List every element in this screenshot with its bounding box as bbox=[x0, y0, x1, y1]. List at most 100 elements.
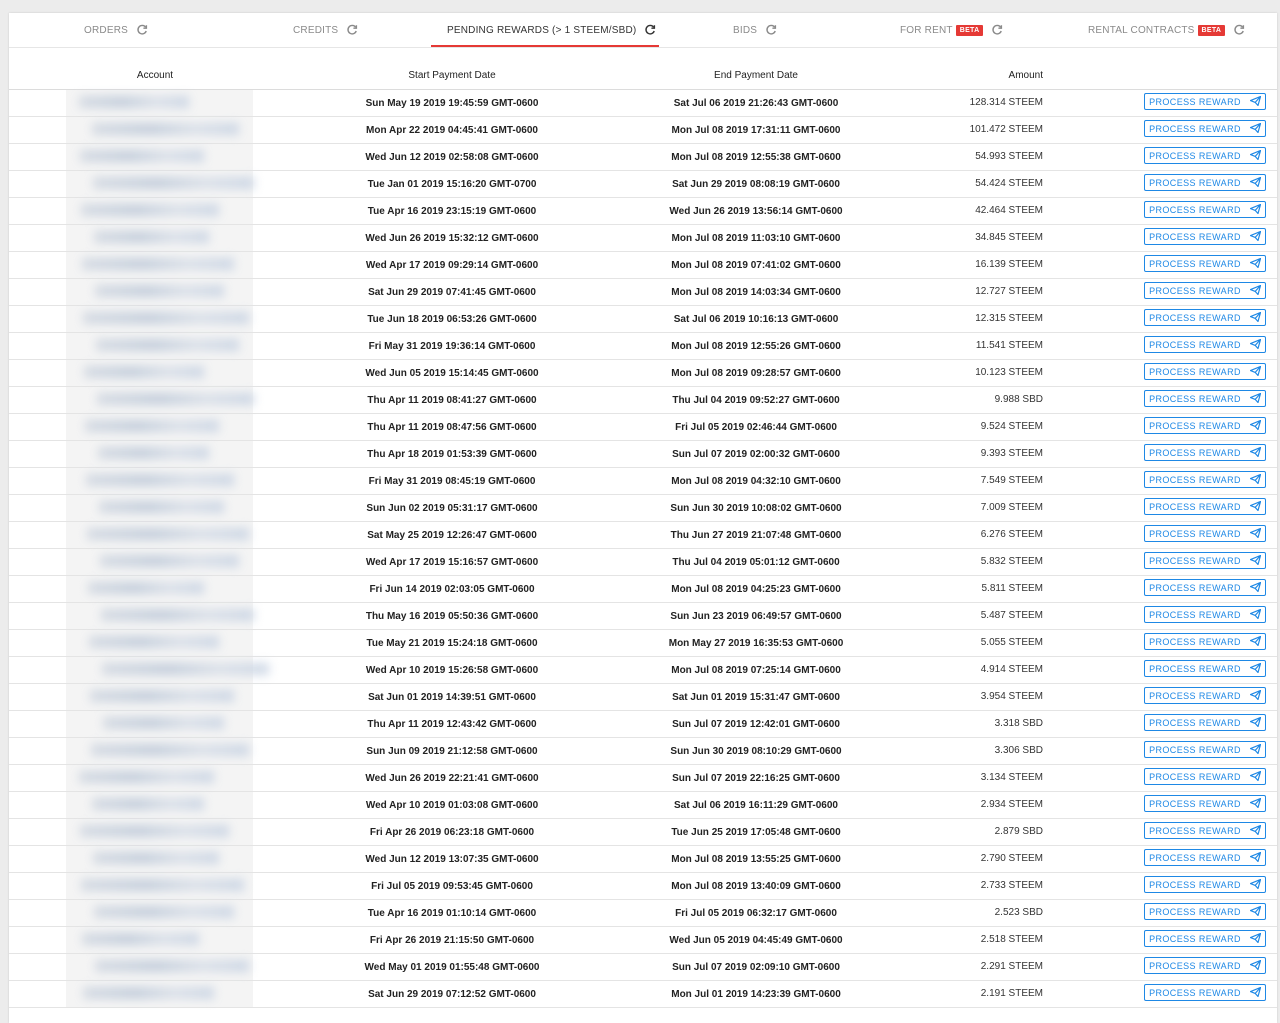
table-row: Tue Jan 01 2019 15:16:20 GMT-0700 Sat Jun… bbox=[9, 171, 1277, 198]
process-reward-button[interactable]: PROCESS REWARD bbox=[1144, 471, 1266, 488]
end-payment-date: Sun Jun 23 2019 06:49:57 GMT-0600 bbox=[670, 611, 842, 622]
process-reward-button[interactable]: PROCESS REWARD bbox=[1144, 741, 1266, 758]
refresh-icon[interactable] bbox=[136, 24, 148, 36]
send-icon bbox=[1249, 554, 1261, 567]
process-reward-button[interactable]: PROCESS REWARD bbox=[1144, 579, 1266, 596]
process-reward-label: PROCESS REWARD bbox=[1149, 339, 1241, 350]
refresh-icon[interactable] bbox=[346, 24, 358, 36]
account-name-blurred bbox=[84, 366, 204, 378]
end-payment-date: Mon Jul 08 2019 12:55:26 GMT-0600 bbox=[671, 341, 841, 352]
process-reward-label: PROCESS REWARD bbox=[1149, 177, 1241, 188]
process-reward-label: PROCESS REWARD bbox=[1149, 933, 1241, 944]
refresh-icon[interactable] bbox=[991, 24, 1003, 36]
process-reward-button[interactable]: PROCESS REWARD bbox=[1144, 147, 1266, 164]
tab-rental-contracts[interactable]: RENTAL CONTRACTS BETA bbox=[1088, 13, 1245, 47]
send-icon bbox=[1249, 797, 1261, 810]
process-reward-button[interactable]: PROCESS REWARD bbox=[1144, 822, 1266, 839]
account-name-blurred bbox=[94, 231, 209, 243]
process-reward-button[interactable]: PROCESS REWARD bbox=[1144, 498, 1266, 515]
account-name-blurred bbox=[93, 177, 254, 189]
process-reward-button[interactable]: PROCESS REWARD bbox=[1144, 390, 1266, 407]
tab-for-rent[interactable]: FOR RENT BETA bbox=[900, 13, 1003, 47]
amount: 54.993 STEEM bbox=[975, 151, 1043, 162]
account-name-blurred bbox=[103, 717, 224, 729]
tab-credits[interactable]: CREDITS bbox=[293, 13, 358, 47]
process-reward-button[interactable]: PROCESS REWARD bbox=[1144, 201, 1266, 218]
process-reward-button[interactable]: PROCESS REWARD bbox=[1144, 849, 1266, 866]
end-payment-date: Mon Jul 08 2019 09:28:57 GMT-0600 bbox=[671, 368, 841, 379]
account-name-blurred bbox=[81, 879, 244, 891]
process-reward-button[interactable]: PROCESS REWARD bbox=[1144, 120, 1266, 137]
send-icon bbox=[1249, 95, 1261, 108]
process-reward-button[interactable]: PROCESS REWARD bbox=[1144, 282, 1266, 299]
process-reward-label: PROCESS REWARD bbox=[1149, 636, 1241, 647]
process-reward-label: PROCESS REWARD bbox=[1149, 609, 1241, 620]
refresh-icon[interactable] bbox=[644, 24, 656, 36]
process-reward-button[interactable]: PROCESS REWARD bbox=[1144, 93, 1266, 110]
amount: 5.811 STEEM bbox=[981, 583, 1043, 594]
process-reward-button[interactable]: PROCESS REWARD bbox=[1144, 309, 1266, 326]
process-reward-button[interactable]: PROCESS REWARD bbox=[1144, 903, 1266, 920]
table-row: Fri Jul 05 2019 09:53:45 GMT-0600 Mon Jul… bbox=[9, 873, 1277, 900]
table-row: Tue May 21 2019 15:24:18 GMT-0600 Mon May… bbox=[9, 630, 1277, 657]
table-row: Wed May 01 2019 01:55:48 GMT-0600 Sun Jul… bbox=[9, 954, 1277, 981]
tab-pending-rewards-1-steem-sbd[interactable]: PENDING REWARDS (> 1 STEEM/SBD) bbox=[447, 13, 656, 47]
send-icon bbox=[1249, 635, 1261, 648]
process-reward-button[interactable]: PROCESS REWARD bbox=[1144, 606, 1266, 623]
refresh-icon[interactable] bbox=[1233, 24, 1245, 36]
account-name-blurred bbox=[94, 906, 234, 918]
process-reward-button[interactable]: PROCESS REWARD bbox=[1144, 633, 1266, 650]
end-payment-date: Sat Jul 06 2019 10:16:13 GMT-0600 bbox=[673, 314, 839, 325]
account-name-blurred bbox=[83, 987, 214, 999]
amount: 34.845 STEEM bbox=[975, 232, 1043, 243]
account-name-blurred bbox=[93, 852, 219, 864]
process-reward-button[interactable]: PROCESS REWARD bbox=[1144, 228, 1266, 245]
send-icon bbox=[1249, 176, 1261, 189]
process-reward-label: PROCESS REWARD bbox=[1149, 528, 1241, 539]
amount: 128.314 STEEM bbox=[969, 97, 1043, 108]
process-reward-button[interactable]: PROCESS REWARD bbox=[1144, 552, 1266, 569]
amount: 12.727 STEEM bbox=[975, 286, 1043, 297]
process-reward-button[interactable]: PROCESS REWARD bbox=[1144, 363, 1266, 380]
start-payment-date: Wed Jun 26 2019 15:32:12 GMT-0600 bbox=[365, 233, 539, 244]
process-reward-button[interactable]: PROCESS REWARD bbox=[1144, 957, 1266, 974]
process-reward-button[interactable]: PROCESS REWARD bbox=[1144, 876, 1266, 893]
start-payment-date: Wed Apr 17 2019 09:29:14 GMT-0600 bbox=[365, 260, 539, 271]
end-payment-date: Sun Jul 07 2019 12:42:01 GMT-0600 bbox=[672, 719, 840, 730]
amount: 9.524 STEEM bbox=[980, 421, 1043, 432]
table-row: Fri Jun 14 2019 02:03:05 GMT-0600 Mon Jul… bbox=[9, 576, 1277, 603]
tab-orders[interactable]: ORDERS bbox=[84, 13, 148, 47]
process-reward-button[interactable]: PROCESS REWARD bbox=[1144, 336, 1266, 353]
process-reward-label: PROCESS REWARD bbox=[1149, 879, 1241, 890]
send-icon bbox=[1249, 257, 1261, 270]
process-reward-button[interactable]: PROCESS REWARD bbox=[1144, 660, 1266, 677]
process-reward-button[interactable]: PROCESS REWARD bbox=[1144, 174, 1266, 191]
start-payment-date: Tue Jan 01 2019 15:16:20 GMT-0700 bbox=[367, 179, 537, 190]
process-reward-button[interactable]: PROCESS REWARD bbox=[1144, 525, 1266, 542]
table-row: Tue Apr 16 2019 23:15:19 GMT-0600 Wed Jun… bbox=[9, 198, 1277, 225]
process-reward-button[interactable]: PROCESS REWARD bbox=[1144, 984, 1266, 1001]
process-reward-label: PROCESS REWARD bbox=[1149, 150, 1241, 161]
end-payment-date: Fri Jul 05 2019 02:46:44 GMT-0600 bbox=[675, 422, 837, 433]
process-reward-button[interactable]: PROCESS REWARD bbox=[1144, 768, 1266, 785]
table-row: Sat Jun 29 2019 07:12:52 GMT-0600 Mon Jul… bbox=[9, 981, 1277, 1008]
account-name-blurred bbox=[80, 825, 229, 837]
beta-badge: BETA bbox=[955, 24, 984, 36]
refresh-icon[interactable] bbox=[765, 24, 777, 36]
process-reward-button[interactable]: PROCESS REWARD bbox=[1144, 714, 1266, 731]
process-reward-button[interactable]: PROCESS REWARD bbox=[1144, 444, 1266, 461]
process-reward-button[interactable]: PROCESS REWARD bbox=[1144, 417, 1266, 434]
process-reward-label: PROCESS REWARD bbox=[1149, 771, 1241, 782]
process-reward-button[interactable]: PROCESS REWARD bbox=[1144, 687, 1266, 704]
process-reward-button[interactable]: PROCESS REWARD bbox=[1144, 255, 1266, 272]
process-reward-label: PROCESS REWARD bbox=[1149, 366, 1241, 377]
account-name-blurred bbox=[97, 393, 254, 405]
process-reward-button[interactable]: PROCESS REWARD bbox=[1144, 795, 1266, 812]
table-row: Fri Apr 26 2019 21:15:50 GMT-0600 Wed Jun… bbox=[9, 927, 1277, 954]
process-reward-label: PROCESS REWARD bbox=[1149, 717, 1241, 728]
end-payment-date: Mon Jul 08 2019 07:25:14 GMT-0600 bbox=[671, 665, 841, 676]
process-reward-button[interactable]: PROCESS REWARD bbox=[1144, 930, 1266, 947]
tab-bids[interactable]: BIDS bbox=[733, 13, 777, 47]
process-reward-label: PROCESS REWARD bbox=[1149, 204, 1241, 215]
amount: 5.832 STEEM bbox=[980, 556, 1043, 567]
